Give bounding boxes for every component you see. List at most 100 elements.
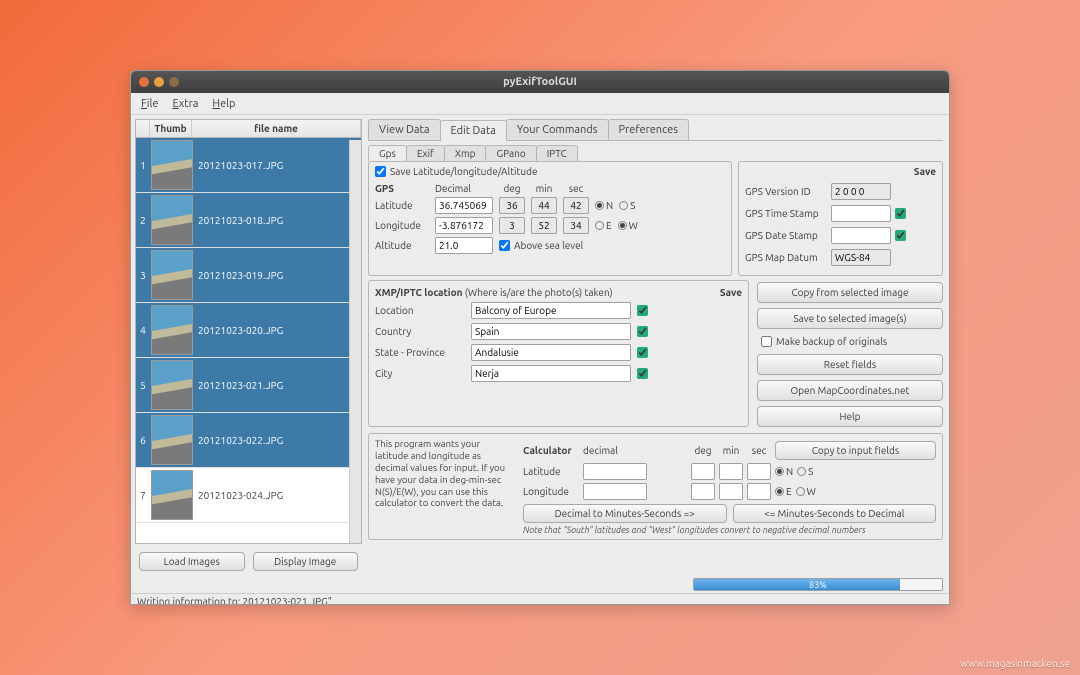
lon-deg[interactable] [499, 217, 525, 234]
minimize-icon[interactable] [154, 77, 164, 87]
tab-your-commands[interactable]: Your Commands [506, 119, 609, 140]
display-image-button[interactable]: Display Image [253, 552, 359, 571]
calc-copy-button[interactable]: Copy to input fields [775, 441, 936, 460]
calculator-note: Note that "South" latitudes and "West" l… [523, 525, 936, 535]
city-input[interactable] [471, 365, 631, 382]
filename-cell: 20121023-019.JPG [194, 270, 361, 281]
subtab-exif[interactable]: Exif [406, 145, 445, 161]
col-thumb[interactable]: Thumb [150, 120, 192, 137]
thumbnail-icon [151, 470, 193, 520]
save-country-checkbox[interactable] [637, 326, 648, 337]
gps-datestamp-input[interactable] [831, 227, 891, 244]
menu-help[interactable]: Help [212, 98, 235, 110]
save-to-images-button[interactable]: Save to selected image(s) [757, 308, 943, 329]
filename-cell: 20121023-022.JPG [194, 435, 361, 446]
filename-cell: 20121023-024.JPG [194, 490, 361, 501]
calc-lat-sec[interactable] [747, 463, 771, 480]
calc-lon-sec[interactable] [747, 483, 771, 500]
gps-timestamp-input[interactable] [831, 205, 891, 222]
location-input[interactable] [471, 302, 631, 319]
col-filename[interactable]: file name [192, 120, 361, 137]
table-row[interactable]: 120121023-017.JPG [136, 138, 361, 193]
state-input[interactable] [471, 344, 631, 361]
menu-file[interactable]: File [141, 98, 158, 110]
calc-lat-s-radio[interactable]: S [797, 466, 813, 477]
reset-fields-button[interactable]: Reset fields [757, 354, 943, 375]
lat-n-radio[interactable]: N [595, 200, 613, 211]
menu-extra[interactable]: Extra [172, 98, 198, 110]
save-city-checkbox[interactable] [637, 368, 648, 379]
subtab-gpano[interactable]: GPano [485, 145, 536, 161]
maximize-icon[interactable] [169, 77, 179, 87]
calc-lat-min[interactable] [719, 463, 743, 480]
lon-sec[interactable] [563, 217, 589, 234]
gps-version-input[interactable] [831, 183, 891, 200]
gps-coords-group: Save Latitude/longitude/Altitude GPS Dec… [368, 161, 732, 276]
save-ds-checkbox[interactable] [895, 230, 906, 241]
status-bar: Writing information to: 20121023-021.JPG… [131, 593, 949, 605]
lat-deg[interactable] [499, 197, 525, 214]
lon-e-radio[interactable]: E [595, 220, 612, 231]
save-ts-checkbox[interactable] [895, 208, 906, 219]
calc-lon-w-radio[interactable]: W [796, 486, 816, 497]
lat-min[interactable] [531, 197, 557, 214]
save-state-checkbox[interactable] [637, 347, 648, 358]
save-lla-checkbox[interactable] [375, 166, 386, 177]
lat-decimal-input[interactable] [435, 197, 493, 214]
calc-lon-min[interactable] [719, 483, 743, 500]
load-images-button[interactable]: Load Images [139, 552, 245, 571]
copy-from-image-button[interactable]: Copy from selected image [757, 282, 943, 303]
table-row[interactable]: 320121023-019.JPG [136, 248, 361, 303]
alt-input[interactable] [435, 237, 493, 254]
subtab-gps[interactable]: Gps [368, 145, 407, 161]
page-credit: www.magasinmacken.se [960, 658, 1070, 669]
calc-lon-dec[interactable] [583, 483, 647, 500]
file-table: Thumb file name 120121023-017.JPG2201210… [135, 119, 362, 544]
above-sea-checkbox[interactable] [499, 240, 510, 251]
filename-cell: 20121023-018.JPG [194, 215, 361, 226]
save-location-checkbox[interactable] [637, 305, 648, 316]
lat-sec[interactable] [563, 197, 589, 214]
thumbnail-icon [151, 360, 193, 410]
tab-edit-data[interactable]: Edit Data [440, 120, 507, 141]
table-scrollbar[interactable] [349, 140, 361, 543]
menubar: File Extra Help [131, 93, 949, 115]
table-row[interactable]: 620121023-022.JPG [136, 413, 361, 468]
lat-s-radio[interactable]: S [619, 200, 635, 211]
calc-lon-e-radio[interactable]: E [775, 486, 792, 497]
progress-bar: 83% [693, 578, 943, 591]
titlebar[interactable]: pyExifToolGUI [131, 71, 949, 93]
country-input[interactable] [471, 323, 631, 340]
subtab-iptc[interactable]: IPTC [536, 145, 578, 161]
filename-cell: 20121023-021.JPG [194, 380, 361, 391]
calc-lat-deg[interactable] [691, 463, 715, 480]
calculator-help-text: This program wants your latitude and lon… [375, 438, 515, 535]
table-row[interactable]: 220121023-018.JPG [136, 193, 361, 248]
filename-cell: 20121023-020.JPG [194, 325, 361, 336]
table-row[interactable]: 720121023-024.JPG [136, 468, 361, 523]
app-window: pyExifToolGUI File Extra Help Thumb file… [130, 70, 950, 605]
location-group: XMP/IPTC location (Where is/are the phot… [368, 280, 749, 427]
tab-preferences[interactable]: Preferences [608, 119, 690, 140]
thumbnail-icon [151, 250, 193, 300]
table-row[interactable]: 420121023-020.JPG [136, 303, 361, 358]
close-icon[interactable] [139, 77, 149, 87]
tab-view-data[interactable]: View Data [368, 119, 441, 140]
backup-checkbox[interactable] [761, 336, 772, 347]
subtab-xmp[interactable]: Xmp [444, 145, 487, 161]
calc-lat-dec[interactable] [583, 463, 647, 480]
lon-w-radio[interactable]: W [618, 220, 638, 231]
table-row[interactable]: 520121023-021.JPG [136, 358, 361, 413]
help-button[interactable]: Help [757, 406, 943, 427]
filename-cell: 20121023-017.JPG [194, 160, 361, 171]
gps-datum-input[interactable] [831, 249, 891, 266]
dec-to-dms-button[interactable]: Decimal to Minutes-Seconds => [523, 504, 727, 523]
lon-decimal-input[interactable] [435, 217, 493, 234]
dms-to-dec-button[interactable]: <= Minutes-Seconds to Decimal [733, 504, 937, 523]
lon-min[interactable] [531, 217, 557, 234]
calc-lat-n-radio[interactable]: N [775, 466, 793, 477]
thumbnail-icon [151, 195, 193, 245]
thumbnail-icon [151, 305, 193, 355]
calc-lon-deg[interactable] [691, 483, 715, 500]
open-mapcoords-button[interactable]: Open MapCoordinates.net [757, 380, 943, 401]
